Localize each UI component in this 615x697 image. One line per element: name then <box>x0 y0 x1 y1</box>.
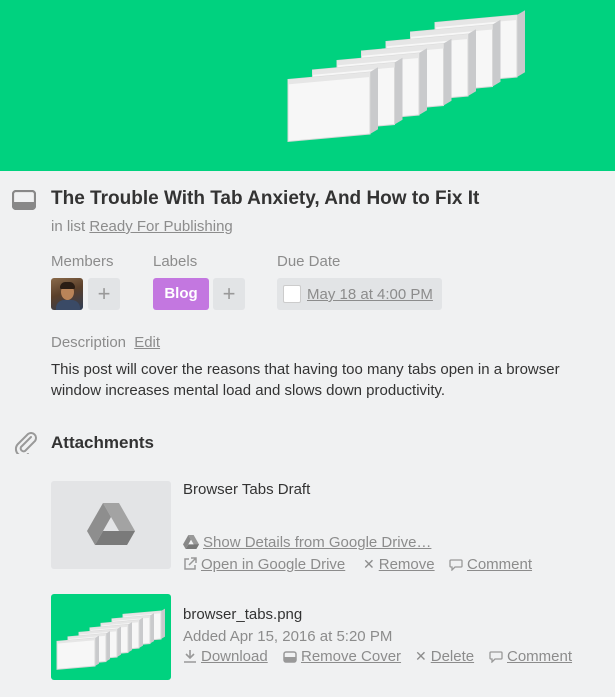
members-label: Members <box>51 253 114 270</box>
paperclip-icon <box>14 432 37 454</box>
browser-window-shape <box>56 635 99 670</box>
in-list-prefix: in list <box>51 218 86 235</box>
card-title[interactable]: The Trouble With Tab Anxiety, And How to… <box>51 188 479 210</box>
remove-attachment-link[interactable]: ✕ Remove <box>363 556 435 573</box>
open-in-drive-link[interactable]: Open in Google Drive <box>183 556 345 573</box>
close-icon: ✕ <box>415 648 427 664</box>
due-date-label: Due Date <box>277 253 341 270</box>
browser-windows-illustration <box>287 10 525 142</box>
comment-icon <box>449 559 463 572</box>
comment-link[interactable]: Comment <box>449 556 532 573</box>
due-date-value[interactable]: May 18 at 4:00 PM <box>307 286 433 303</box>
close-icon: ✕ <box>363 556 375 572</box>
due-date-checkbox[interactable] <box>283 285 301 303</box>
show-details-link[interactable]: Show Details from Google Drive… <box>183 534 431 551</box>
delete-attachment-link[interactable]: ✕ Delete <box>415 648 474 665</box>
add-label-button[interactable]: + <box>213 278 245 310</box>
card-icon <box>12 190 36 210</box>
card-cover-image[interactable] <box>0 0 615 171</box>
edit-description-link[interactable]: Edit <box>134 334 160 351</box>
download-icon <box>184 650 196 663</box>
attachment-name[interactable]: Browser Tabs Draft <box>183 481 310 498</box>
attachments-title: Attachments <box>51 433 154 452</box>
list-link[interactable]: Ready For Publishing <box>89 218 232 235</box>
avatar[interactable] <box>51 278 83 310</box>
attachment-thumbnail-image[interactable] <box>51 594 171 680</box>
download-link[interactable]: Download <box>183 648 268 665</box>
comment-icon <box>489 651 503 664</box>
labels-label: Labels <box>153 253 198 270</box>
description-label: Description <box>51 334 127 351</box>
google-drive-icon <box>87 503 135 545</box>
browser-windows-thumbnail <box>56 608 165 670</box>
google-drive-icon <box>183 535 199 549</box>
attachment-name[interactable]: browser_tabs.png <box>183 606 302 623</box>
due-date-button[interactable]: May 18 at 4:00 PM <box>277 278 442 310</box>
comment-link[interactable]: Comment <box>489 648 572 665</box>
browser-window-shape <box>287 67 378 142</box>
cover-icon <box>283 651 297 663</box>
remove-cover-link[interactable]: Remove Cover <box>283 648 401 665</box>
label-blog[interactable]: Blog <box>153 278 209 310</box>
description-text: This post will cover the reasons that ha… <box>51 361 560 399</box>
card-list-info: in list Ready For Publishing <box>51 218 233 235</box>
attachment-added-date: Added Apr 15, 2016 at 5:20 PM <box>183 628 393 645</box>
attachment-thumbnail-drive[interactable] <box>51 481 171 569</box>
description-header: Description Edit <box>51 334 160 351</box>
external-link-icon <box>184 557 197 570</box>
add-member-button[interactable]: + <box>88 278 120 310</box>
